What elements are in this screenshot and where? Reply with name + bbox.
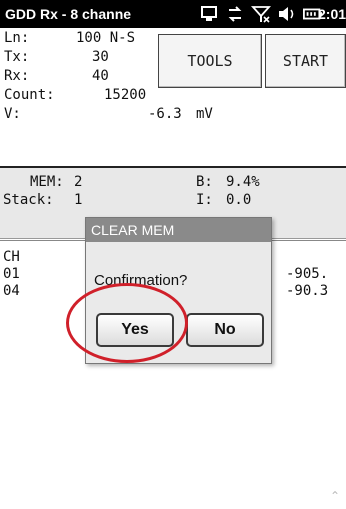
rx-label: Rx:: [4, 68, 30, 84]
channel-row-id: 01: [3, 266, 20, 282]
no-button[interactable]: No: [186, 313, 264, 347]
sync-icon[interactable]: [198, 4, 220, 24]
clear-mem-dialog: CLEAR MEM Confirmation? Yes No: [85, 217, 272, 364]
tx-value: 30: [92, 49, 109, 65]
mem-value: 2: [74, 174, 83, 190]
clock: 2:01: [318, 6, 346, 22]
channel-header: CH: [3, 249, 20, 265]
count-label: Count:: [4, 87, 55, 103]
title-bar: GDD Rx - 8 channe 2:01: [0, 0, 346, 28]
dialog-title: CLEAR MEM: [86, 218, 271, 242]
b-value: 9.4%: [226, 174, 260, 190]
readings-panel: Ln: 100 N-S Tx: 30 Rx: 40 Count: 15200 V…: [0, 28, 346, 164]
b-label: B:: [196, 174, 213, 190]
voltage-label: V:: [4, 106, 21, 122]
tools-button[interactable]: TOOLS: [158, 34, 262, 88]
i-value: 0.0: [226, 192, 252, 208]
data-transfer-icon[interactable]: [224, 4, 246, 24]
tx-label: Tx:: [4, 49, 30, 65]
yes-button[interactable]: Yes: [96, 313, 174, 347]
count-value: 15200: [104, 87, 147, 103]
channel-row-id: 04: [3, 283, 20, 299]
channel-row-value: -905.: [286, 266, 329, 282]
ln-label: Ln:: [4, 30, 30, 46]
start-button[interactable]: START: [265, 34, 346, 88]
channel-row-value: -90.3: [286, 283, 329, 299]
voltage-unit: mV: [196, 106, 213, 122]
window-title: GDD Rx - 8 channe: [5, 6, 132, 22]
dialog-message: Confirmation?: [94, 272, 188, 289]
stack-value: 1: [74, 192, 83, 208]
ln-value: 100 N-S: [76, 30, 136, 46]
i-label: I:: [196, 192, 213, 208]
rx-value: 40: [92, 68, 109, 84]
volume-icon[interactable]: [276, 4, 298, 24]
scroll-up-icon[interactable]: ⌃: [330, 489, 344, 509]
mem-label: MEM:: [30, 174, 64, 190]
status-icons: [198, 4, 324, 24]
stack-label: Stack:: [3, 192, 54, 208]
voltage-value: -6.3: [148, 106, 182, 122]
signal-no-data-icon[interactable]: [250, 4, 272, 24]
